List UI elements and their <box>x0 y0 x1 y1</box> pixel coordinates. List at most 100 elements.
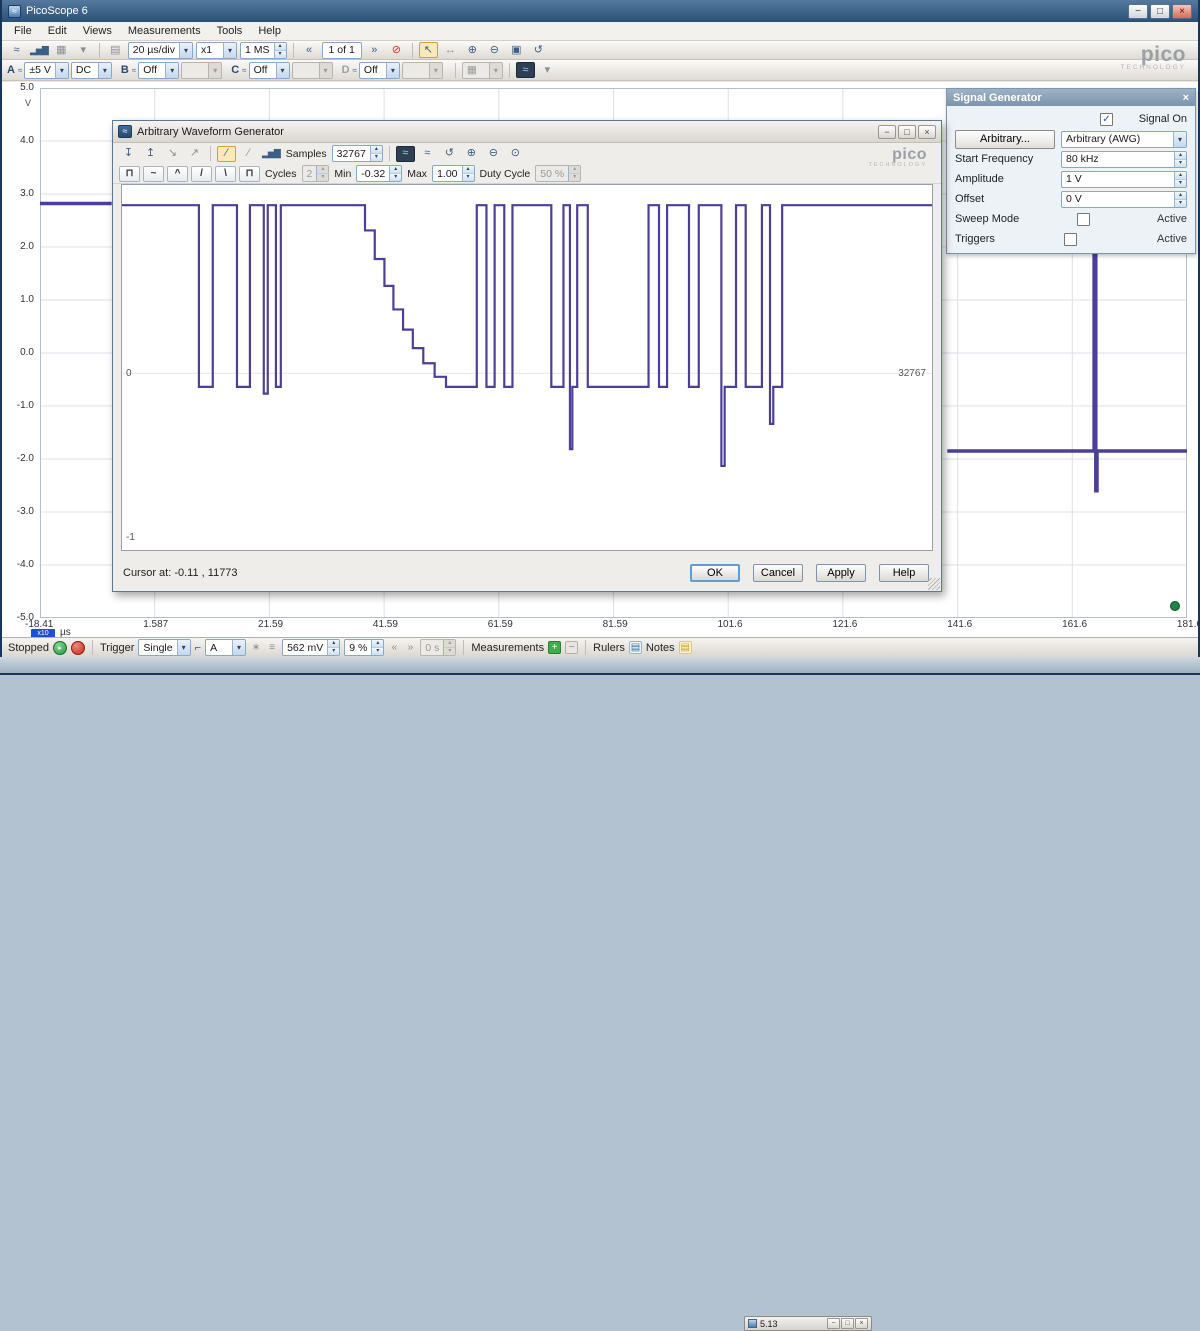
chevron-down-icon[interactable]: ▾ <box>223 43 236 58</box>
max-spinner[interactable]: 1.00 ▴▾ <box>432 165 474 182</box>
rulers-icon[interactable]: ▤ <box>629 641 642 654</box>
menu-item[interactable]: Measurements <box>120 23 209 39</box>
hand-pan-icon[interactable]: ↔ <box>441 42 460 58</box>
close-button[interactable]: × <box>1172 4 1192 19</box>
field-spinner[interactable]: 1 V ▴▾ <box>1061 171 1187 188</box>
channel-b-range-select[interactable]: Off ▾ <box>138 62 179 79</box>
min-spinner[interactable]: -0.32 ▴▾ <box>356 165 402 182</box>
triangle-wave-button[interactable]: ^ <box>167 166 188 182</box>
channel-a-range-select[interactable]: ±5 V ▾ <box>24 62 69 79</box>
save-csv-icon[interactable]: ↗ <box>185 146 204 162</box>
spin-up-icon[interactable]: ▴ <box>328 640 339 648</box>
signal-on-checkbox[interactable]: ✓ <box>1100 113 1113 126</box>
add-measurement-button[interactable]: + <box>548 641 561 654</box>
properties-icon[interactable]: ▤ <box>106 42 125 58</box>
menu-item[interactable]: File <box>6 23 40 39</box>
line-draw-button[interactable]: ∕ <box>239 146 258 162</box>
spin-up-icon[interactable]: ▴ <box>390 166 401 174</box>
close-icon[interactable]: × <box>1183 92 1189 104</box>
pretrigger-spinner[interactable]: 9 % ▴▾ <box>344 639 384 656</box>
chevron-down-icon[interactable]: ▾ <box>276 63 289 78</box>
chevron-down-icon[interactable]: ▾ <box>1173 132 1186 147</box>
delete-measurement-button[interactable]: − <box>565 641 578 654</box>
restore-icon[interactable]: □ <box>841 1318 854 1329</box>
chevron-down-icon[interactable]: ▾ <box>98 63 111 78</box>
zoom-multiplier-select[interactable]: x1 ▾ <box>196 42 237 59</box>
spin-down-icon[interactable]: ▾ <box>372 648 383 655</box>
import-waveform-icon[interactable]: ↧ <box>119 146 138 162</box>
window-titlebar[interactable]: ≈ PicoScope 6 − □ × <box>2 0 1198 22</box>
chevron-down-icon[interactable]: ▾ <box>232 640 245 655</box>
undo-icon[interactable]: ↺ <box>440 146 459 162</box>
close-icon[interactable]: × <box>855 1318 868 1329</box>
taskbar-window[interactable]: 5.13 − □ × <box>744 1316 872 1331</box>
minimize-icon[interactable]: − <box>878 125 896 139</box>
smooth-waveform-icon[interactable]: ≈ <box>418 146 437 162</box>
spin-up-icon[interactable]: ▴ <box>1175 192 1186 200</box>
spin-down-icon[interactable]: ▾ <box>371 154 382 161</box>
spin-up-icon[interactable]: ▴ <box>1175 152 1186 160</box>
sample-count-spinner[interactable]: 1 MS ▴▾ <box>240 42 287 59</box>
spectrum-view-icon[interactable]: ▂▅▇ <box>29 42 49 58</box>
spin-up-icon[interactable]: ▴ <box>463 166 474 174</box>
pulse-wave-button[interactable]: ⊓ <box>239 166 260 182</box>
stop-button[interactable] <box>71 641 85 655</box>
spin-up-icon[interactable]: ▴ <box>1175 172 1186 180</box>
chevron-down-icon[interactable]: ▾ <box>179 43 192 58</box>
signal-generator-button[interactable]: ≈ <box>516 62 535 78</box>
waveform-type-select[interactable]: Arbitrary (AWG) ▾ <box>1061 131 1187 148</box>
pretrigger-arrow-icon[interactable]: « <box>388 642 400 653</box>
undo-zoom-icon[interactable]: ↺ <box>529 42 548 58</box>
load-csv-icon[interactable]: ↘ <box>163 146 182 162</box>
invert-waveform-icon[interactable]: ≈ <box>396 146 415 162</box>
chevron-down-icon[interactable]: ▾ <box>165 63 178 78</box>
spin-down-icon[interactable]: ▾ <box>1175 180 1186 187</box>
spin-down-icon[interactable]: ▾ <box>390 174 401 181</box>
trigger-mode-select[interactable]: Single ▾ <box>138 639 190 656</box>
menu-item[interactable]: Edit <box>40 23 75 39</box>
zoom-out-icon[interactable]: ⊖ <box>485 42 504 58</box>
square-wave-button[interactable]: ⊓ <box>119 166 140 182</box>
dialog-button[interactable]: Cancel <box>753 564 803 582</box>
next-buffer-icon[interactable]: » <box>365 42 384 58</box>
buffer-nav-disable-icon[interactable]: ⊘ <box>387 42 406 58</box>
menu-item[interactable]: Views <box>75 23 120 39</box>
channel-a-coupling-select[interactable]: DC ▾ <box>71 62 112 79</box>
trigger-source-select[interactable]: A ▾ <box>205 639 246 656</box>
spin-down-icon[interactable]: ▾ <box>275 51 286 58</box>
scope-view-icon[interactable]: ≈ <box>7 42 26 58</box>
cursor-tool-icon[interactable]: ↖ <box>419 42 438 58</box>
maximize-button[interactable]: □ <box>1150 4 1170 19</box>
spin-down-icon[interactable]: ▾ <box>463 174 474 181</box>
spin-up-icon[interactable]: ▴ <box>275 43 286 51</box>
field-spinner[interactable]: 80 kHz ▴▾ <box>1061 151 1187 168</box>
menu-item[interactable]: Help <box>250 23 289 39</box>
spin-up-icon[interactable]: ▴ <box>372 640 383 648</box>
view-options-icon[interactable]: ▾ <box>74 42 93 58</box>
posttrigger-arrow-icon[interactable]: » <box>404 642 416 653</box>
channel-c-range-select[interactable]: Off ▾ <box>249 62 290 79</box>
minimize-icon[interactable]: − <box>827 1318 840 1329</box>
spin-down-icon[interactable]: ▾ <box>1175 200 1186 207</box>
samples-spinner[interactable]: 32767 ▴▾ <box>332 145 383 162</box>
dialog-button[interactable]: Apply <box>816 564 866 582</box>
awg-waveform-canvas[interactable]: 0 -1 32767 <box>121 184 933 551</box>
notes-icon[interactable]: ▤ <box>679 641 692 654</box>
persistence-view-icon[interactable]: ▦ <box>52 42 71 58</box>
spin-up-icon[interactable]: ▴ <box>371 146 382 154</box>
menu-item[interactable]: Tools <box>209 23 251 39</box>
zoom-in-icon[interactable]: ⊕ <box>462 146 481 162</box>
chevron-down-icon[interactable]: ▾ <box>55 63 68 78</box>
minimize-button[interactable]: − <box>1128 4 1148 19</box>
marquee-zoom-icon[interactable]: ▣ <box>507 42 526 58</box>
toggle-checkbox[interactable] <box>1064 233 1077 246</box>
awg-titlebar[interactable]: ≈ Arbitrary Waveform Generator − □ × <box>113 121 941 143</box>
spin-down-icon[interactable]: ▾ <box>1175 160 1186 167</box>
ramp-up-button[interactable]: / <box>191 166 212 182</box>
freehand-draw-button[interactable]: ∕ <box>217 146 236 162</box>
resize-grip[interactable] <box>928 578 940 590</box>
restore-icon[interactable]: □ <box>898 125 916 139</box>
zoom-full-icon[interactable]: ⊙ <box>506 146 525 162</box>
channel-d-range-select[interactable]: Off ▾ <box>359 62 400 79</box>
arbitrary-settings-button[interactable]: Arbitrary... <box>955 130 1055 149</box>
